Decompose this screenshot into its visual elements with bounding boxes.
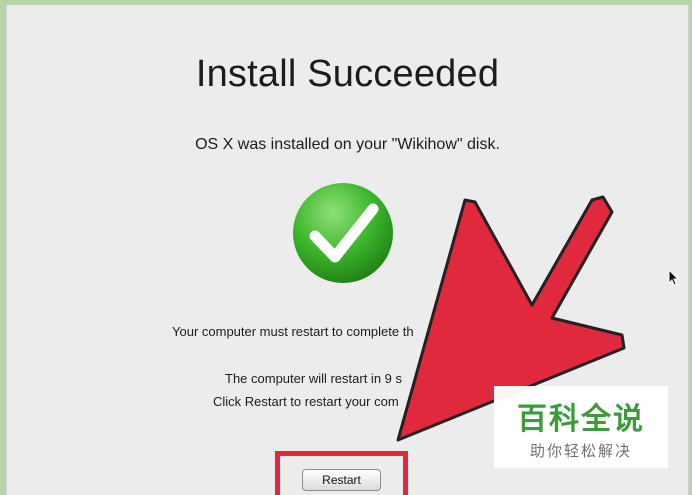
watermark-title: 百科全说 bbox=[517, 403, 645, 436]
cursor-icon bbox=[668, 269, 680, 286]
watermark-subtitle: 助你轻松解决 bbox=[529, 443, 632, 460]
watermark: 百科全说 助你轻松解决 bbox=[494, 386, 668, 468]
